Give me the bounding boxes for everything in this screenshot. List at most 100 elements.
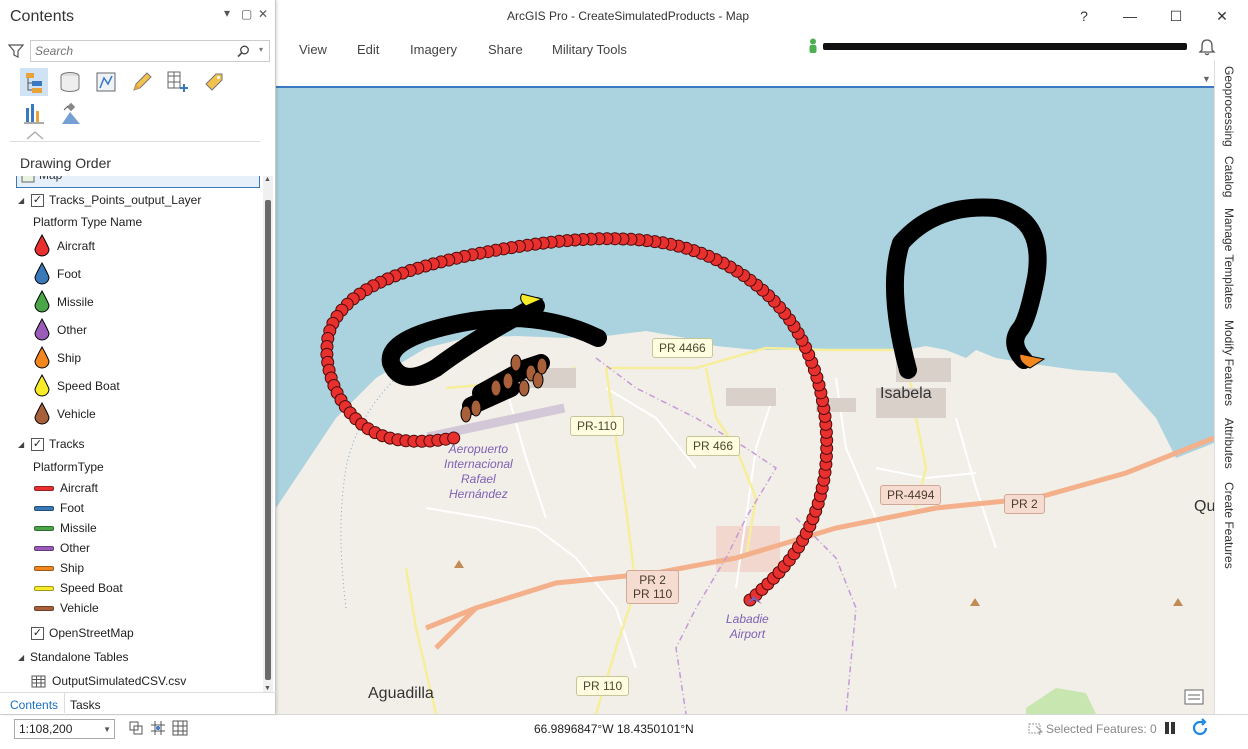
scroll-down-icon[interactable]: ▼: [264, 685, 271, 692]
layer-tracks-points-output[interactable]: ◢ ✓ Tracks_Points_output_Layer: [0, 190, 260, 210]
tab-military-tools[interactable]: Military Tools: [552, 42, 627, 57]
legend-label: Aircraft: [60, 481, 99, 495]
tab-attributes[interactable]: Attributes: [1222, 418, 1236, 469]
group-name: Standalone Tables: [30, 650, 129, 664]
layer-name: OpenStreetMap: [49, 626, 134, 640]
pane-close-button[interactable]: ✕: [258, 7, 268, 21]
list-by-charts-icon[interactable]: [20, 100, 48, 128]
search-box[interactable]: ▾: [30, 40, 270, 62]
road-label-pr2-pr110: PR 2 PR 110: [626, 570, 680, 604]
notifications-bell-icon[interactable]: [1198, 38, 1216, 56]
search-icon[interactable]: [237, 45, 250, 58]
layer-tracks[interactable]: ◢ ✓ Tracks: [0, 434, 260, 454]
map-scale-value: 1:108,200: [19, 722, 73, 736]
map-item-label: Map: [39, 176, 62, 185]
list-by-labeling-icon[interactable]: [200, 68, 228, 96]
legend-class-speed-boat[interactable]: Speed Boat: [0, 374, 260, 397]
search-input[interactable]: [35, 44, 225, 58]
chevron-up-icon: [26, 131, 44, 140]
list-by-selection-icon[interactable]: [92, 68, 120, 96]
minimize-button[interactable]: —: [1120, 6, 1140, 26]
scrollbar-thumb[interactable]: [265, 200, 271, 680]
filter-icon[interactable]: [8, 43, 24, 59]
airport-label-rafael-hernandez: Aeropuerto Internacional Rafael Hernánde…: [444, 442, 513, 501]
tab-imagery[interactable]: Imagery: [410, 42, 457, 57]
legend-line-missile[interactable]: Missile: [0, 518, 260, 538]
tab-edit[interactable]: Edit: [357, 42, 379, 57]
table-grid-icon[interactable]: [172, 720, 188, 736]
tab-catalog[interactable]: Catalog: [1222, 156, 1236, 197]
legend-line-ship[interactable]: Ship: [0, 558, 260, 578]
legend-line-aircraft[interactable]: Aircraft: [0, 478, 260, 498]
layer-visibility-checkbox[interactable]: ✓: [31, 627, 44, 640]
legend-class-vehicle[interactable]: Vehicle: [0, 402, 260, 425]
legend-line-speed-boat[interactable]: Speed Boat: [0, 578, 260, 598]
snapping-icon[interactable]: [128, 720, 144, 736]
legend-label: Vehicle: [60, 601, 99, 615]
view-heading: Drawing Order: [20, 155, 112, 171]
pane-options-chevron-icon[interactable]: ▾: [224, 6, 230, 20]
help-button[interactable]: ?: [1074, 6, 1094, 26]
tab-geoprocessing[interactable]: Geoprocessing: [1222, 66, 1236, 147]
collapse-arrow-icon[interactable]: ◢: [18, 648, 28, 668]
layer-openstreetmap[interactable]: ✓ OpenStreetMap: [0, 623, 260, 643]
legend-class-aircraft[interactable]: Aircraft: [0, 234, 260, 257]
renderer-field-label: Platform Type Name: [33, 215, 143, 229]
layer-visibility-checkbox[interactable]: ✓: [31, 438, 44, 451]
legend-label: Ship: [57, 351, 82, 365]
list-by-source-icon[interactable]: [56, 68, 84, 96]
legend-label: Aircraft: [57, 239, 96, 253]
map-view[interactable]: PR 4466 PR-110 PR 466 PR-4494 PR 2 PR 2 …: [276, 88, 1214, 714]
ribbon-collapse-icon[interactable]: ▼: [1202, 74, 1211, 84]
divider: [10, 141, 260, 142]
maximize-button[interactable]: ☐: [1166, 6, 1186, 26]
chevron-down-icon[interactable]: ▼: [103, 725, 111, 734]
tab-contents[interactable]: Contents: [10, 698, 58, 712]
user-account-name-redacted[interactable]: [823, 43, 1187, 50]
legend-class-other[interactable]: Other: [0, 318, 260, 341]
tab-view[interactable]: View: [299, 42, 327, 57]
standalone-tables-group[interactable]: ◢ Standalone Tables: [0, 647, 260, 667]
tab-tasks[interactable]: Tasks: [70, 698, 101, 712]
grid-snapping-icon[interactable]: [150, 720, 166, 736]
map-icon: [21, 176, 35, 183]
close-window-button[interactable]: ✕: [1212, 6, 1232, 26]
road-label-pr110-south: PR 110: [576, 676, 630, 696]
list-by-snapping-icon[interactable]: [164, 68, 192, 96]
standalone-table-item[interactable]: OutputSimulatedCSV.csv: [0, 671, 260, 691]
legend-line-vehicle[interactable]: Vehicle: [0, 598, 260, 618]
map-scale-combo[interactable]: 1:108,200 ▼: [14, 719, 115, 739]
list-by-editing-icon[interactable]: [128, 68, 156, 96]
tab-create-features[interactable]: Create Features: [1222, 482, 1236, 569]
legend-label: Missile: [57, 295, 94, 309]
collapse-arrow-icon[interactable]: ◢: [18, 435, 28, 455]
map-overview-icon[interactable]: [1184, 688, 1204, 706]
layer-visibility-checkbox[interactable]: ✓: [31, 194, 44, 207]
pin-symbol-icon: [34, 374, 50, 397]
airport-label-labadie: Labadie Airport: [726, 612, 769, 641]
refresh-icon[interactable]: [1190, 718, 1210, 738]
pane-restore-button[interactable]: ▢: [241, 7, 252, 21]
list-by-drawing-order-icon[interactable]: [20, 68, 48, 96]
legend-class-foot[interactable]: Foot: [0, 262, 260, 285]
selected-features-count: Selected Features: 0: [1046, 722, 1157, 736]
tab-modify-features[interactable]: Modify Features: [1222, 320, 1236, 406]
user-signed-in-icon[interactable]: [808, 38, 818, 53]
table-icon: [31, 675, 46, 688]
legend-line-foot[interactable]: Foot: [0, 498, 260, 518]
table-name: OutputSimulatedCSV.csv: [52, 674, 187, 688]
pause-drawing-icon[interactable]: [1162, 720, 1178, 736]
legend-class-missile[interactable]: Missile: [0, 290, 260, 313]
legend-class-ship[interactable]: Ship: [0, 346, 260, 369]
collapse-arrow-icon[interactable]: ◢: [18, 191, 28, 211]
search-options-chevron-icon[interactable]: ▾: [259, 45, 263, 54]
tab-manage-templates[interactable]: Manage Templates: [1222, 208, 1236, 309]
legend-label: Other: [57, 323, 88, 337]
list-by-perspective-imagery-icon[interactable]: [56, 100, 84, 128]
contents-scrollbar[interactable]: ▲ ▼: [263, 176, 273, 692]
road-label-pr466: PR 466: [686, 436, 741, 456]
tab-share[interactable]: Share: [488, 42, 523, 57]
legend-line-other[interactable]: Other: [0, 538, 260, 558]
scroll-up-icon[interactable]: ▲: [264, 176, 271, 183]
map-item[interactable]: Map: [16, 176, 260, 188]
